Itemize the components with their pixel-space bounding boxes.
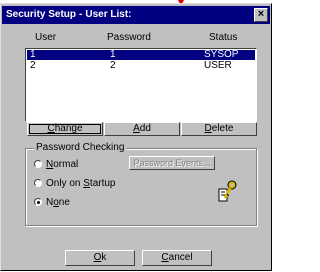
list-item-user: 2: [30, 60, 36, 71]
change-label: hange: [54, 123, 83, 134]
password-checking-group: Password Checking Normal Only on Startup…: [25, 142, 257, 226]
user-list[interactable]: 1 1 SYSOP 2 2 USER: [25, 48, 257, 122]
list-item[interactable]: 2 2 USER: [27, 61, 255, 71]
user-list-headers: User Password Status: [27, 32, 257, 44]
delete-accel-key: D: [204, 123, 212, 134]
radio-normal-post: ormal: [53, 159, 79, 170]
radio-startup-label: Only on Startup: [46, 178, 116, 190]
change-accel-key: C: [47, 123, 55, 134]
radio-none-button[interactable]: [34, 198, 42, 206]
cancel-label: ancel: [168, 252, 193, 263]
change-button[interactable]: Change: [27, 122, 103, 136]
column-header-user: User: [35, 32, 57, 43]
radio-startup-pre: Only on: [46, 178, 84, 189]
radio-startup-post: tartup: [89, 178, 116, 189]
list-item-status: SYSOP: [204, 49, 239, 60]
list-item[interactable]: 1 1 SYSOP: [27, 50, 255, 60]
list-item-password: 2: [110, 60, 116, 71]
ok-label: k: [101, 252, 107, 263]
close-button[interactable]: ×: [254, 8, 268, 22]
cancel-button[interactable]: Cancel: [142, 250, 212, 266]
radio-startup-accel: S: [83, 178, 90, 189]
radio-none-label: None: [46, 197, 70, 209]
list-item-status: USER: [204, 60, 232, 71]
radio-normal-button[interactable]: [34, 160, 42, 168]
add-button[interactable]: Add: [104, 122, 180, 136]
add-label: dd: [139, 123, 151, 134]
radio-none-post: ne: [58, 197, 70, 208]
user-actions: Change Add Delete: [27, 122, 257, 136]
password-checking-title: Password Checking: [34, 142, 127, 153]
cancel-accel-key: C: [161, 252, 169, 263]
ok-button[interactable]: Ok: [65, 250, 135, 266]
title-bar: Security Setup - User List: ×: [2, 6, 270, 24]
radio-normal-label: Normal: [46, 159, 78, 171]
keys-icon: [218, 180, 237, 202]
list-item-user: 1: [30, 49, 36, 60]
list-item-password: 1: [110, 49, 116, 60]
radio-startup-button[interactable]: [34, 179, 42, 187]
column-header-password: Password: [107, 32, 151, 43]
window-title-separator: -: [79, 9, 83, 20]
password-events-button[interactable]: Password Events...: [129, 156, 215, 170]
column-header-status: Status: [209, 32, 238, 43]
window-title-main: Security Setup: [6, 9, 77, 20]
delete-label: elete: [211, 123, 234, 134]
window-title: Security Setup - User List:: [6, 6, 132, 24]
window-title-sub: User List:: [85, 9, 132, 20]
delete-button[interactable]: Delete: [181, 122, 257, 136]
add-accel-key: A: [133, 123, 140, 134]
